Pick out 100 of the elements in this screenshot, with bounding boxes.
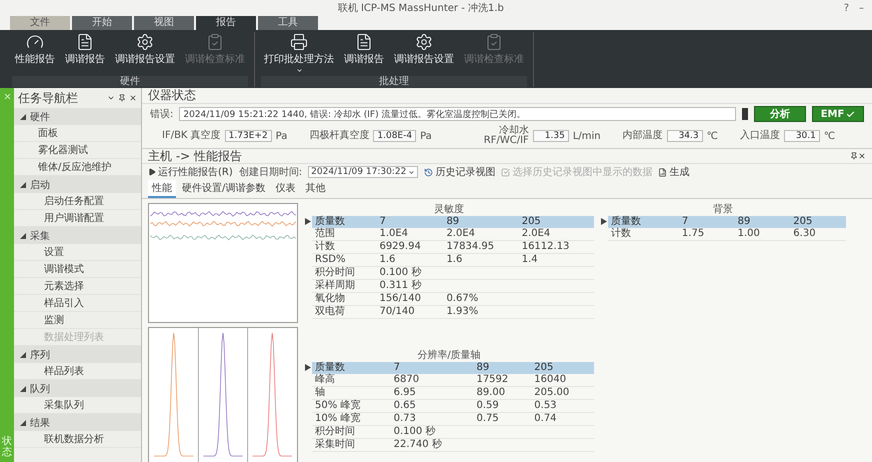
caret-icon: [408, 168, 416, 176]
table-cell: 0.73: [390, 412, 474, 426]
column-header: 205: [790, 216, 846, 228]
table-cell: 氧化物: [312, 292, 376, 306]
nav-section-header[interactable]: 硬件: [14, 108, 141, 125]
table-cell: 1.6: [443, 254, 519, 266]
table-cell: 轴: [312, 386, 391, 400]
window-title: 联机 ICP-MS MassHunter - 冲洗1.b: [336, 2, 505, 15]
nav-item[interactable]: 启动任务配置: [14, 193, 141, 210]
expanded-triangle-icon: [20, 386, 26, 392]
printer-icon: [290, 33, 308, 51]
nav-item[interactable]: 调谐模式: [14, 261, 141, 278]
nav-section-header[interactable]: 结果: [14, 414, 141, 431]
pin-icon[interactable]: [850, 152, 858, 160]
nav-item[interactable]: 元素选择: [14, 278, 141, 295]
reading-value: 1.08E-4: [373, 130, 416, 142]
table-cell: 积分时间: [312, 266, 376, 280]
nav-item[interactable]: 监测: [14, 312, 141, 329]
table-cell: 6.30: [790, 228, 846, 240]
table-cell: 0.311 秒: [376, 280, 444, 292]
table-cell: 10% 峰宽: [312, 412, 391, 426]
group-label: 批处理: [261, 76, 527, 87]
panel-title: 任务导航栏: [18, 90, 79, 106]
table-cell: 采样周期: [312, 280, 376, 292]
window-control[interactable]: –: [859, 2, 864, 14]
row-pointer-icon: [305, 364, 311, 370]
nav-item[interactable]: 面板: [14, 125, 141, 142]
ribbon-button[interactable]: 调谐报告设置: [112, 32, 178, 76]
date-dropdown[interactable]: 2024/11/09 17:30:22: [308, 166, 418, 178]
status-button[interactable]: 分析: [754, 106, 806, 122]
table-cell: 1.93%: [443, 306, 519, 318]
report-tab[interactable]: 硬件设置/调谐参数: [178, 180, 270, 198]
ribbon-tab[interactable]: 视图: [134, 16, 194, 30]
nav-item[interactable]: 雾化器测试: [14, 142, 141, 159]
table-cell: 17834.95: [443, 240, 519, 254]
reading-label: 四极杆真空度: [309, 131, 370, 141]
generate-button[interactable]: 生成: [658, 165, 690, 179]
clipboard-check-icon: [206, 33, 224, 51]
ribbon-button[interactable]: 调谐报告: [62, 32, 108, 76]
table-cell: 16112.13: [518, 240, 594, 254]
table-cell: 6.95: [390, 386, 474, 400]
reading-unit: Pa: [420, 130, 432, 142]
nav-section-header[interactable]: 队列: [14, 380, 141, 397]
pin-icon[interactable]: [118, 94, 126, 102]
column-header: 7: [678, 216, 735, 228]
window-control[interactable]: ?: [844, 2, 849, 14]
table-cell: 0.59: [473, 400, 532, 412]
dropdown-icon[interactable]: [107, 94, 115, 102]
gear-icon: [136, 33, 154, 51]
nav-section-header[interactable]: 采集: [14, 227, 141, 244]
history-view-button[interactable]: 历史记录视图: [424, 165, 496, 179]
ribbon-button[interactable]: 性能报告: [12, 32, 58, 76]
ribbon-button[interactable]: 调谐报告设置: [391, 32, 457, 76]
close-icon[interactable]: [858, 152, 866, 160]
table-cell: 1.6: [376, 254, 444, 266]
expanded-triangle-icon: [20, 420, 26, 426]
table-cell: 范围: [312, 228, 376, 240]
row-pointer-icon: [601, 218, 607, 224]
table-cell: 156/140: [376, 292, 444, 306]
column-header: 质量数: [312, 362, 391, 374]
field-label: 错误:: [150, 108, 174, 121]
ribbon-button[interactable]: 调谐报告: [341, 32, 387, 76]
column-header: 89: [473, 362, 532, 374]
ribbon-button[interactable]: 打印批处理方法: [261, 32, 337, 76]
table-cell: RSD%: [312, 254, 376, 266]
ribbon-tab[interactable]: 开始: [72, 16, 132, 30]
table-cell: 积分时间: [312, 426, 391, 438]
table-cell: 50% 峰宽: [312, 400, 391, 412]
report-tab[interactable]: 仪表: [271, 180, 300, 198]
table-cell: 0.65: [390, 400, 474, 412]
reading-value: 34.3: [666, 130, 703, 142]
report-tab[interactable]: 其他: [301, 180, 330, 198]
scroll-handle[interactable]: [742, 108, 748, 120]
caret-icon: [296, 67, 302, 74]
nav-section-header[interactable]: 启动: [14, 176, 141, 193]
table-cell: 205.00: [531, 386, 594, 400]
run-report-button[interactable]: 运行性能报告(R): [148, 165, 233, 179]
nav-item[interactable]: 联机数据分析: [14, 431, 141, 448]
nav-item[interactable]: 设置: [14, 244, 141, 261]
report-tab[interactable]: 性能: [148, 180, 176, 198]
status-button[interactable]: EMF: [812, 106, 864, 122]
column-header: 7: [390, 362, 474, 374]
group-label: 硬件: [12, 76, 248, 87]
table-cell: 双电荷: [312, 306, 376, 318]
table-cell: 0.75: [473, 412, 532, 426]
table-cell: 70/140: [376, 306, 444, 318]
ribbon-tab[interactable]: 文件: [10, 16, 70, 30]
table-cell: 采集时间: [312, 438, 391, 452]
reading-unit: Pa: [276, 130, 288, 142]
table-title: 分辨率/质量轴: [416, 349, 482, 362]
table-cell: 计数: [608, 228, 679, 240]
error-message-field[interactable]: 2024/11/09 15:21:22 1440, 错误: 冷却水 (IF) 流量过低。雾化室温度控制已关闭。: [179, 107, 736, 121]
nav-section-header[interactable]: 序列: [14, 346, 141, 363]
ribbon-tab[interactable]: 工具: [258, 16, 318, 30]
nav-item[interactable]: 样品引入: [14, 295, 141, 312]
table-cell: 22.740 秒: [390, 438, 474, 452]
ribbon-tab[interactable]: 报告: [196, 16, 256, 30]
reading-unit: ℃: [706, 130, 718, 142]
close-icon[interactable]: [129, 94, 137, 102]
table-cell: 0.53: [531, 400, 594, 412]
